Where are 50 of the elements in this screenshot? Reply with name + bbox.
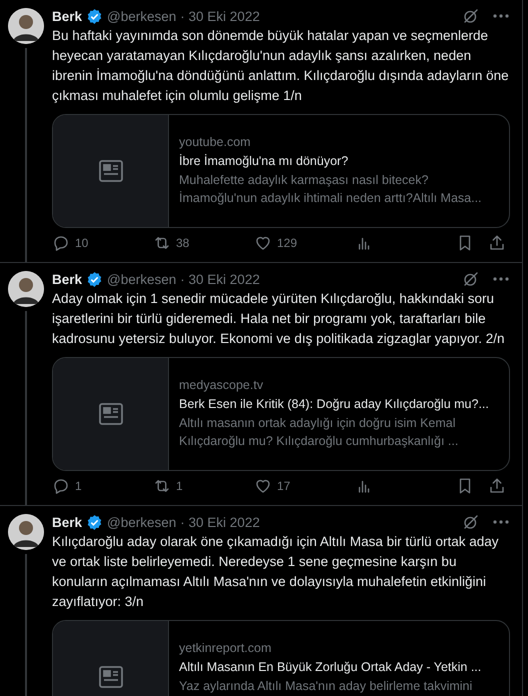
share-icon[interactable]: [488, 477, 506, 495]
share-icon[interactable]: [488, 234, 506, 252]
slashed-circle-icon[interactable]: [462, 270, 480, 288]
reply-count: 1: [75, 479, 82, 493]
reply-icon[interactable]: [52, 234, 70, 252]
link-card[interactable]: yetkinreport.com Altılı Masanın En Büyük Zorluğu Ortak Aday - Yetkin ... Yaz aylarında Altılı Masa'nın aday belirleme takvimini: [52, 620, 510, 696]
like-count: 17: [277, 479, 290, 493]
link-card[interactable]: medyascope.tv Berk Esen ile Kritik (84): Doğru aday Kılıçdaroğlu mu?... Altılı masanın ortak adaylığı için doğru isim Kemal Kılıçdaroğlu mu? Kılıçdaroğlu cumhurbaşkanlığı ...: [52, 357, 510, 471]
post-date[interactable]: · 30 Eki 2022: [180, 8, 260, 24]
more-icon[interactable]: [492, 519, 510, 525]
link-card[interactable]: youtube.com İbre İmamoğlu'na mı dönüyor? Muhalefette adaylık karmaşası nasıl bitecek? İmamoğlu'nun adaylık ihtimali neden arttı?Altılı Masa...: [52, 114, 510, 228]
post-date[interactable]: · 30 Eki 2022: [180, 272, 260, 286]
reply-icon[interactable]: [52, 477, 70, 495]
article-icon: [98, 403, 122, 425]
reply-count: 10: [75, 236, 88, 250]
card-title: Berk Esen ile Kritik (84): Doğru aday Kılıçdaroğlu mu?...: [179, 396, 490, 413]
repost-icon[interactable]: [153, 234, 171, 252]
heart-icon[interactable]: [254, 234, 272, 252]
post-text: Bu haftaki yayınımda son dönemde büyük hatalar yapan ve seçmenlerde heyecan yaratamayan Kılıçdaroğlu'nun adaylık şansı azalırken, neden ibrenin İmamoğlu'na döndüğünü anlattım. Kılıçdaroğlu dışında adayların öne çıkması muhalefet için olumlu gelişme 1/n: [52, 27, 510, 105]
author-name[interactable]: Berk: [52, 514, 82, 530]
article-icon: [98, 666, 122, 688]
repost-icon[interactable]: [153, 477, 171, 495]
card-description: Muhalefette adaylık karmaşası nasıl bitecek? İmamoğlu'nun adaylık ihtimali neden arttı?Altılı Masa...: [179, 172, 483, 207]
more-icon[interactable]: [492, 13, 510, 19]
slashed-circle-icon[interactable]: [462, 7, 480, 25]
slashed-circle-icon[interactable]: [462, 513, 480, 531]
avatar[interactable]: [8, 8, 44, 44]
user-handle[interactable]: @berkesen: [107, 514, 176, 530]
card-title: Altılı Masanın En Büyük Zorluğu Ortak Aday - Yetkin ...: [179, 659, 482, 676]
post-date[interactable]: · 30 Eki 2022: [180, 514, 260, 530]
user-handle[interactable]: @berkesen: [107, 272, 176, 286]
avatar[interactable]: [8, 514, 44, 550]
card-domain: yetkinreport.com: [179, 640, 272, 657]
card-domain: youtube.com: [179, 134, 252, 151]
card-domain: medyascope.tv: [179, 377, 264, 394]
post-text: Kılıçdaroğlu aday olarak öne çıkamadığı için Altılı Masa bir türlü ortak aday ve ortak liste belirleyemedi. Neredeyse 1 sene geçmesine karşın bu konuların açılmaması Altılı Masa'nın ve dolayısıyla muhalefetin etkinliğini zayıflatıyor: 3/n: [52, 533, 500, 611]
user-handle[interactable]: @berkesen: [107, 8, 176, 24]
heart-icon[interactable]: [254, 477, 272, 495]
card-title: İbre İmamoğlu'na mı dönüyor?: [179, 153, 350, 170]
more-icon[interactable]: [492, 276, 510, 282]
article-icon: [98, 160, 122, 182]
avatar[interactable]: [8, 271, 44, 307]
repost-count: 38: [176, 236, 190, 250]
card-description: Yaz aylarında Altılı Masa'nın aday belirleme takvimini: [179, 678, 474, 695]
like-count: 129: [277, 236, 298, 250]
card-description: Altılı masanın ortak adaylığı için doğru isim Kemal Kılıçdaroğlu mu? Kılıçdaroğlu cumhurbaşkanlığı ...: [179, 415, 460, 450]
author-name[interactable]: Berk: [52, 8, 82, 24]
repost-count: 1: [176, 479, 183, 493]
author-name[interactable]: Berk: [52, 272, 82, 286]
post-text: Aday olmak için 1 senedir mücadele yürüten Kılıçdaroğlu, hakkındaki soru işaretlerini bir türlü gideremedi. Hala net bir programı yok, taraftarları bile kadrosunu yetersiz buluyor. Ekonomi ve dış politikada zigzaglar yapıyor. 2/n: [52, 290, 506, 348]
